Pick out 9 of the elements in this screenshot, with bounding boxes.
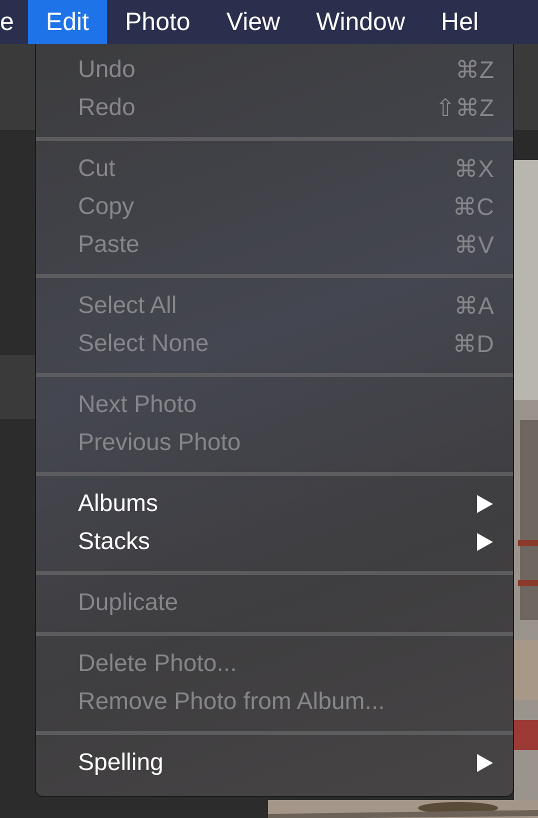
- menu-bar-item[interactable]: Window: [298, 0, 424, 44]
- menu-bar-item[interactable]: View: [208, 0, 298, 44]
- menu-bar-item[interactable]: Edit: [28, 0, 107, 44]
- menu-bar-item[interactable]: e: [0, 0, 28, 44]
- menu-item[interactable]: Spelling: [36, 744, 513, 782]
- menu-bar-item[interactable]: Hel: [423, 0, 497, 44]
- menu-bar-item[interactable]: Photo: [107, 0, 208, 44]
- menu-item[interactable]: Stacks: [36, 523, 513, 561]
- menu-item[interactable]: Albums: [36, 485, 513, 523]
